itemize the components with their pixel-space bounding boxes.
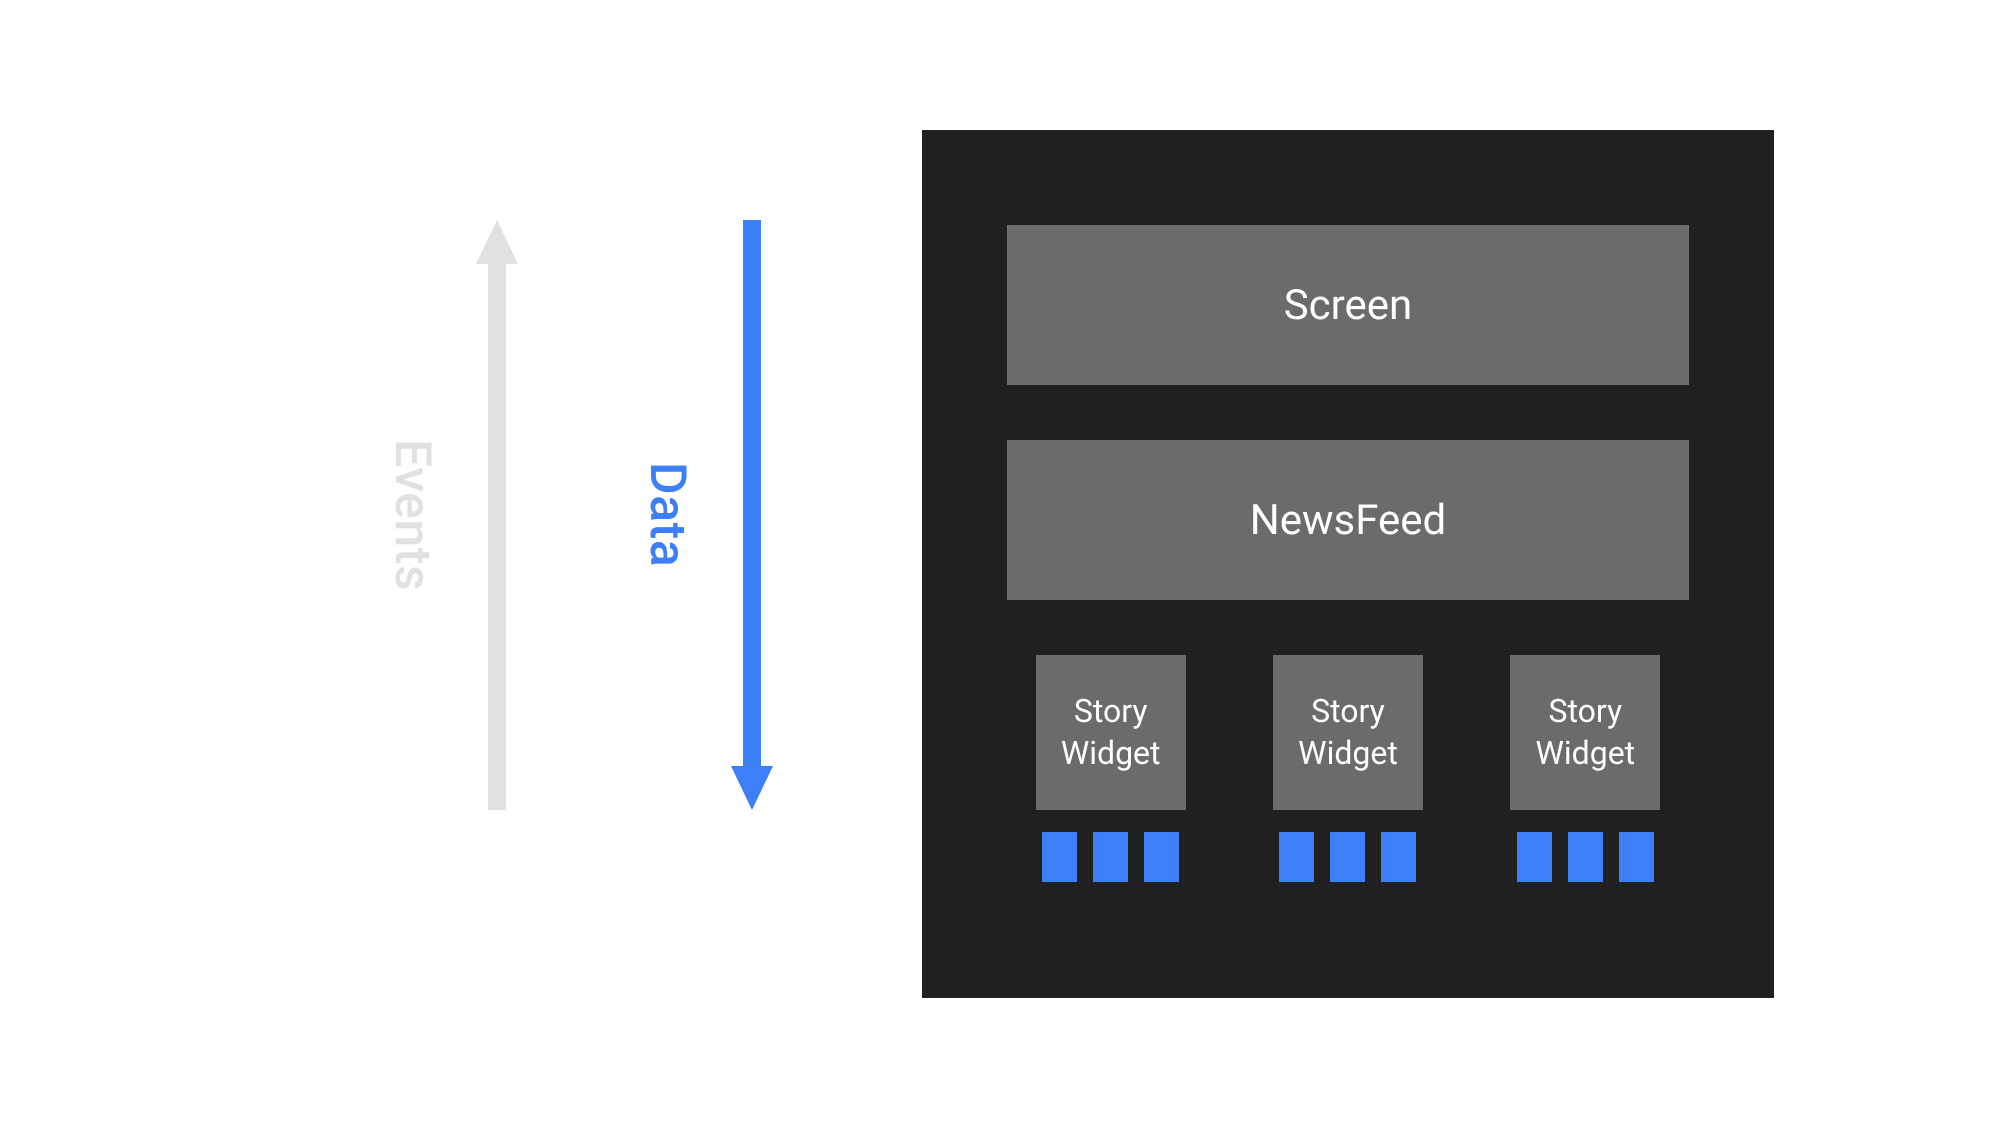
left-panel: Events Data xyxy=(228,130,922,998)
data-label: Data xyxy=(638,462,696,567)
newsfeed-box: NewsFeed xyxy=(1007,440,1689,600)
chip xyxy=(1517,832,1552,882)
widget-col-1: Story Widget xyxy=(1244,655,1451,882)
arrow-down-icon xyxy=(731,220,773,810)
chip xyxy=(1568,832,1603,882)
diagram-inner: Events Data Screen NewsFeed xyxy=(228,130,1774,998)
chip-row xyxy=(1042,832,1179,882)
chip xyxy=(1619,832,1654,882)
widget-row: Story Widget Story Widget xyxy=(1007,655,1689,882)
story-widget-box: Story Widget xyxy=(1036,655,1186,810)
arrow-up-icon xyxy=(476,220,518,810)
chip xyxy=(1144,832,1179,882)
story-widget-line1: Story xyxy=(1548,691,1622,733)
story-widget-line2: Widget xyxy=(1536,733,1636,775)
right-panel: Screen NewsFeed Story Widget xyxy=(922,130,1774,998)
story-widget-line2: Widget xyxy=(1298,733,1398,775)
chip xyxy=(1093,832,1128,882)
diagram-stage: Events Data Screen NewsFeed xyxy=(0,0,1999,1125)
chip xyxy=(1042,832,1077,882)
story-widget-line1: Story xyxy=(1311,691,1385,733)
chip-row xyxy=(1279,832,1416,882)
widget-col-0: Story Widget xyxy=(1007,655,1214,882)
chip xyxy=(1279,832,1314,882)
chip xyxy=(1330,832,1365,882)
widget-col-2: Story Widget xyxy=(1482,655,1689,882)
chip-row xyxy=(1517,832,1654,882)
story-widget-line2: Widget xyxy=(1061,733,1161,775)
chip xyxy=(1381,832,1416,882)
screen-box: Screen xyxy=(1007,225,1689,385)
events-arrow-group: Events xyxy=(383,220,518,810)
story-widget-box: Story Widget xyxy=(1273,655,1423,810)
data-arrow-group: Data xyxy=(638,220,773,810)
story-widget-line1: Story xyxy=(1074,691,1148,733)
events-label: Events xyxy=(383,439,441,591)
story-widget-box: Story Widget xyxy=(1510,655,1660,810)
